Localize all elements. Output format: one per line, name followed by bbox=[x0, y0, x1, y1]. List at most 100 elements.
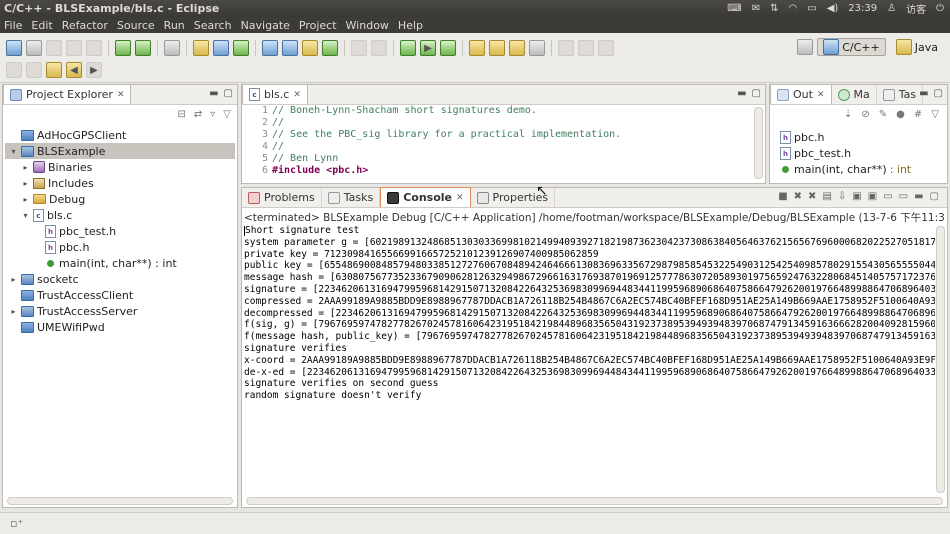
new-project-icon[interactable] bbox=[262, 40, 278, 56]
menu-refactor[interactable]: Refactor bbox=[62, 19, 108, 32]
next-annotation-icon[interactable] bbox=[6, 62, 22, 78]
new-class-icon[interactable] bbox=[282, 40, 298, 56]
menu-search[interactable]: Search bbox=[194, 19, 232, 32]
code-line[interactable]: 3 // See the PBC_sig library for a practi… bbox=[242, 129, 751, 141]
build-all-icon[interactable] bbox=[135, 40, 151, 56]
vertical-scrollbar[interactable] bbox=[754, 107, 763, 179]
perspective-java-button[interactable]: Java bbox=[890, 38, 944, 56]
tree-item[interactable]: ▾ c bls.c bbox=[5, 207, 235, 223]
clock[interactable]: 23:39 bbox=[848, 3, 877, 14]
open-perspective-icon[interactable] bbox=[797, 39, 814, 55]
tab-tasks[interactable]: Tasks bbox=[322, 188, 381, 207]
menu-edit[interactable]: Edit bbox=[31, 19, 52, 32]
refresh-icon[interactable] bbox=[233, 40, 249, 56]
chevron-right-icon[interactable]: ▸ bbox=[9, 275, 18, 284]
maximize-icon[interactable]: ▢ bbox=[934, 88, 943, 99]
remove-all-terminated-icon[interactable]: ✖ bbox=[808, 191, 816, 202]
menu-source[interactable]: Source bbox=[117, 19, 155, 32]
chevron-right-icon[interactable]: ▸ bbox=[21, 179, 30, 188]
tree-item[interactable]: ▸ Includes bbox=[5, 175, 235, 191]
horizontal-scrollbar[interactable] bbox=[7, 497, 233, 505]
tab-outline[interactable]: Out ✕ bbox=[770, 84, 832, 104]
new-file-icon[interactable] bbox=[213, 40, 229, 56]
tab-bls-c[interactable]: c bls.c ✕ bbox=[242, 84, 308, 104]
pin-icon[interactable] bbox=[578, 40, 594, 56]
maximize-icon[interactable]: ▢ bbox=[930, 191, 939, 202]
menu-window[interactable]: Window bbox=[346, 19, 389, 32]
clear-console-icon[interactable]: ▤ bbox=[822, 191, 831, 202]
close-icon[interactable]: ✕ bbox=[117, 90, 125, 100]
close-icon[interactable]: ✕ bbox=[817, 90, 825, 100]
word-wrap-icon[interactable]: ▣ bbox=[868, 191, 877, 202]
tree-item[interactable]: h pbc_test.h bbox=[5, 223, 235, 239]
chevron-right-icon[interactable]: ▸ bbox=[21, 163, 30, 172]
wifi-icon[interactable]: ◠ bbox=[789, 3, 798, 14]
fast-view-icon[interactable]: ▫⁺ bbox=[10, 517, 23, 530]
group-includes-icon[interactable]: # bbox=[914, 109, 922, 120]
forward-icon[interactable]: ▶ bbox=[86, 62, 102, 78]
view-menu-icon[interactable]: ▽ bbox=[223, 109, 231, 120]
build-icon[interactable] bbox=[115, 40, 131, 56]
horizontal-scrollbar[interactable] bbox=[246, 497, 943, 505]
maximize-icon[interactable]: ▢ bbox=[224, 88, 233, 99]
remove-launch-icon[interactable]: ✖ bbox=[794, 191, 802, 202]
tree-item[interactable]: ▸ TrustAccessServer bbox=[5, 303, 235, 319]
minimize-icon[interactable]: ▬ bbox=[737, 88, 746, 99]
scroll-lock-icon[interactable]: ⇩ bbox=[838, 191, 846, 202]
tree-item[interactable]: ▸ socketc bbox=[5, 271, 235, 287]
mail-icon[interactable]: ✉ bbox=[752, 3, 760, 14]
menu-project[interactable]: Project bbox=[299, 19, 337, 32]
keyboard-icon[interactable]: ⌨ bbox=[727, 3, 741, 14]
collapse-all-icon[interactable]: ⊟ bbox=[177, 109, 185, 120]
chevron-right-icon[interactable]: ▸ bbox=[21, 195, 30, 204]
chevron-down-icon[interactable]: ▾ bbox=[9, 147, 18, 156]
menu-help[interactable]: Help bbox=[398, 19, 423, 32]
tree-item[interactable]: AdHocGPSClient bbox=[5, 127, 235, 143]
prev-annotation-icon[interactable] bbox=[26, 62, 42, 78]
open-folder-icon[interactable] bbox=[193, 40, 209, 56]
transfer-icon[interactable]: ⇅ bbox=[770, 3, 778, 14]
open-console-icon[interactable]: ▭ bbox=[899, 191, 908, 202]
vertical-scrollbar[interactable] bbox=[936, 226, 945, 493]
view-menu-icon[interactable]: ▽ bbox=[931, 109, 939, 120]
minimize-icon[interactable]: ▬ bbox=[209, 88, 218, 99]
minimize-icon[interactable]: ▬ bbox=[919, 88, 928, 99]
new-icon[interactable] bbox=[6, 40, 22, 56]
tree-item[interactable]: ▸ Binaries bbox=[5, 159, 235, 175]
code-line[interactable]: 4 // bbox=[242, 141, 751, 153]
pin-console-icon[interactable]: ▣ bbox=[852, 191, 861, 202]
volume-icon[interactable]: ◀) bbox=[827, 3, 839, 14]
power-icon[interactable]: ⏻ bbox=[936, 3, 944, 14]
tab-make-targets[interactable]: Ma bbox=[832, 85, 877, 104]
print-icon[interactable] bbox=[86, 40, 102, 56]
code-editor[interactable]: 1 // Boneh-Lynn-Shacham short signatures … bbox=[242, 105, 751, 183]
save-all-icon[interactable] bbox=[66, 40, 82, 56]
back-icon[interactable]: ◀ bbox=[66, 62, 82, 78]
tab-problems[interactable]: Problems bbox=[242, 188, 322, 207]
menu-run[interactable]: Run bbox=[164, 19, 185, 32]
menu-navigate[interactable]: Navigate bbox=[241, 19, 290, 32]
tree-item[interactable]: ▾ BLSExample bbox=[5, 143, 235, 159]
tree-item[interactable]: ▸ Debug bbox=[5, 191, 235, 207]
hide-fields-icon[interactable]: ⊘ bbox=[861, 109, 869, 120]
open-resource-icon[interactable] bbox=[509, 40, 525, 56]
open-element-icon[interactable] bbox=[489, 40, 505, 56]
new-source-icon[interactable] bbox=[302, 40, 318, 56]
tree-item[interactable]: main(int, char**) : int bbox=[5, 255, 235, 271]
code-line[interactable]: 5 // Ben Lynn bbox=[242, 153, 751, 165]
annotation-icon[interactable] bbox=[558, 40, 574, 56]
link-editor-icon[interactable]: ⇄ bbox=[194, 109, 202, 120]
user-name[interactable]: 访客 bbox=[906, 1, 926, 16]
run-icon[interactable]: ▶ bbox=[420, 40, 436, 56]
terminate-icon[interactable]: ■ bbox=[778, 191, 787, 202]
outline-item[interactable]: h pbc.h bbox=[780, 129, 911, 145]
new-dropdown-icon[interactable] bbox=[26, 40, 42, 56]
hide-static-icon[interactable]: ✎ bbox=[879, 109, 887, 120]
save-icon[interactable] bbox=[46, 40, 62, 56]
battery-icon[interactable]: ▭ bbox=[807, 3, 816, 14]
debug-icon[interactable] bbox=[400, 40, 416, 56]
tree-item[interactable]: h pbc.h bbox=[5, 239, 235, 255]
outline-item[interactable]: main(int, char**) : int bbox=[780, 161, 911, 177]
code-line[interactable]: 6 #include <pbc.h> bbox=[242, 165, 751, 177]
menu-file[interactable]: File bbox=[4, 19, 22, 32]
